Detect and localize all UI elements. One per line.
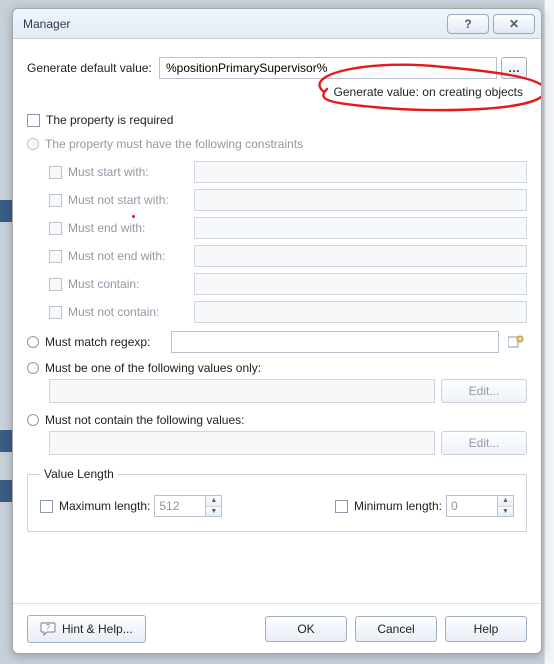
must-end-with-checkbox[interactable] [49,222,62,235]
constraints-row: The property must have the following con… [27,137,527,151]
must-not-end-with-label: Must not end with: [68,249,194,263]
not-contain-values-label: Must not contain the following values: [45,413,244,427]
not-contain-values-edit-button[interactable]: Edit... [441,431,527,455]
help-icon: ? [464,17,471,31]
generate-note-row: Generate value: on creating objects [27,85,527,99]
required-checkbox[interactable] [27,114,40,127]
must-not-start-with-checkbox[interactable] [49,194,62,207]
titlebar-help-button[interactable]: ? [447,14,489,34]
window-title: Manager [23,17,443,31]
ok-button[interactable]: OK [265,616,347,642]
one-of-edit-row: Edit... [49,379,527,403]
chevron-up-icon: ▲ [498,496,513,506]
browse-button[interactable]: … [501,57,527,79]
speech-bubble-icon: ? [40,622,56,636]
min-length-arrows[interactable]: ▲▼ [498,495,514,517]
generate-default-label: Generate default value: [27,61,159,75]
min-length-checkbox[interactable] [335,500,348,513]
must-start-with-label: Must start with: [68,165,194,179]
max-length-label: Maximum length: [59,499,150,513]
must-end-with-row: Must end with: [49,217,527,239]
must-end-with-label: Must end with: [68,221,194,235]
max-length-spinner[interactable]: ▲▼ [154,495,222,517]
generate-default-row: Generate default value: … [27,57,527,79]
must-contain-label: Must contain: [68,277,194,291]
one-of-edit-button[interactable]: Edit... [441,379,527,403]
regexp-row: Must match regexp: [27,331,527,353]
not-contain-values-edit-row: Edit... [49,431,527,455]
must-not-end-with-checkbox[interactable] [49,250,62,263]
titlebar-close-button[interactable]: ✕ [493,14,535,34]
must-not-contain-row: Must not contain: [49,301,527,323]
must-not-start-with-row: Must not start with: [49,189,527,211]
help-button[interactable]: Help [445,616,527,642]
one-of-input[interactable] [49,379,435,403]
min-length-spinner[interactable]: ▲▼ [446,495,514,517]
must-not-end-with-row: Must not end with: [49,245,527,267]
required-label: The property is required [46,113,173,127]
regexp-helper-button[interactable] [505,331,527,353]
must-contain-checkbox[interactable] [49,278,62,291]
generate-default-input[interactable] [159,57,497,79]
one-of-row: Must be one of the following values only… [27,361,527,375]
must-not-contain-label: Must not contain: [68,305,194,319]
chevron-down-icon: ▼ [206,506,221,517]
generate-note: Generate value: on creating objects [334,85,527,99]
not-contain-values-radio[interactable] [27,414,39,426]
must-end-with-input[interactable] [194,217,527,239]
dialog-window: Manager ? ✕ Generate default value: … Ge… [12,8,542,654]
required-row: The property is required [27,113,527,127]
constraints-label: The property must have the following con… [45,137,303,151]
regexp-label: Must match regexp: [45,335,171,349]
must-not-end-with-input[interactable] [194,245,527,267]
red-dot-annotation [132,215,135,218]
constraints-radio[interactable] [27,138,39,150]
min-length-label: Minimum length: [354,499,442,513]
must-contain-row: Must contain: [49,273,527,295]
hint-help-button[interactable]: ? Hint & Help... [27,615,146,643]
hint-help-label: Hint & Help... [62,622,133,636]
max-length-input[interactable] [154,495,206,517]
one-of-radio[interactable] [27,362,39,374]
constraint-list: Must start with: Must not start with: Mu… [49,161,527,323]
regexp-input[interactable] [171,331,499,353]
ellipsis-icon: … [508,61,520,75]
max-length-checkbox[interactable] [40,500,53,513]
regexp-radio[interactable] [27,336,39,348]
chevron-up-icon: ▲ [206,496,221,506]
value-length-legend: Value Length [40,467,118,481]
value-length-group: Value Length Maximum length: ▲▼ Minimum … [27,467,527,532]
must-not-start-with-label: Must not start with: [68,193,194,207]
not-contain-values-input[interactable] [49,431,435,455]
one-of-label: Must be one of the following values only… [45,361,261,375]
svg-text:?: ? [46,623,51,632]
max-length-field: Maximum length: ▲▼ [40,495,222,517]
cancel-button[interactable]: Cancel [355,616,437,642]
must-start-with-checkbox[interactable] [49,166,62,179]
must-contain-input[interactable] [194,273,527,295]
max-length-arrows[interactable]: ▲▼ [206,495,222,517]
value-length-row: Maximum length: ▲▼ Minimum length: ▲▼ [40,495,514,517]
dialog-content: Generate default value: … Generate value… [13,39,541,558]
titlebar: Manager ? ✕ [13,9,541,39]
must-not-contain-checkbox[interactable] [49,306,62,319]
regex-icon [508,335,524,349]
close-icon: ✕ [509,17,519,31]
min-length-field: Minimum length: ▲▼ [335,495,514,517]
dialog-footer: ? Hint & Help... OK Cancel Help [13,603,541,653]
must-start-with-row: Must start with: [49,161,527,183]
must-not-start-with-input[interactable] [194,189,527,211]
chevron-down-icon: ▼ [498,506,513,517]
not-contain-values-row: Must not contain the following values: [27,413,527,427]
must-start-with-input[interactable] [194,161,527,183]
min-length-input[interactable] [446,495,498,517]
must-not-contain-input[interactable] [194,301,527,323]
